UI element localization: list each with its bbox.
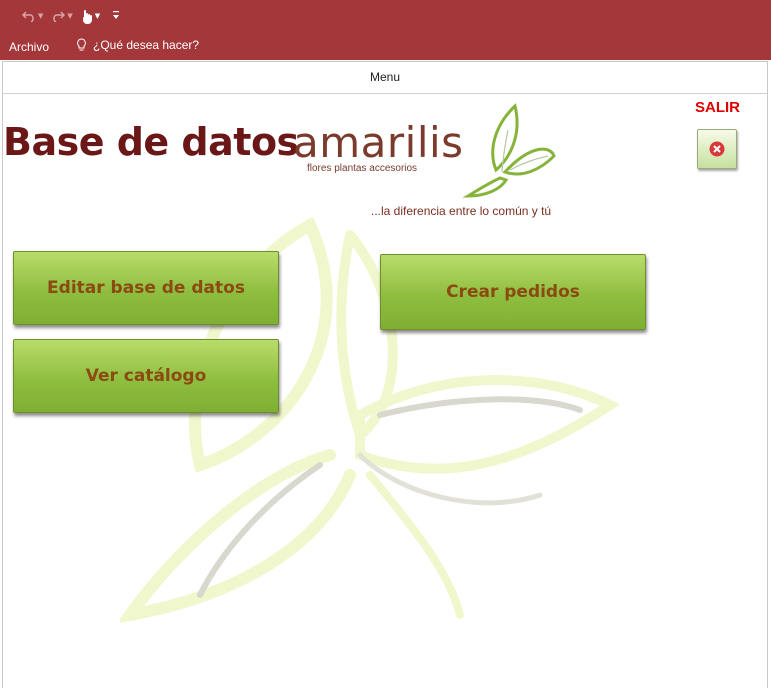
close-circle-icon: [709, 141, 725, 157]
exit-button[interactable]: [697, 129, 737, 169]
title-bar: ▼ ▼ ▼: [0, 0, 771, 32]
redo-icon: [53, 11, 66, 22]
logo-wordmark: amarilis: [293, 118, 464, 167]
touch-dropdown-icon[interactable]: ▼: [95, 12, 100, 20]
exit-label: SALIR: [695, 99, 740, 116]
create-orders-button[interactable]: Crear pedidos: [380, 254, 646, 330]
redo-dropdown-icon[interactable]: ▼: [67, 12, 72, 20]
quick-access-toolbar: ▼ ▼ ▼: [22, 6, 120, 26]
page-title: Base de datos: [3, 120, 299, 164]
tell-me-box[interactable]: ¿Qué desea hacer?: [76, 38, 199, 52]
edit-database-button[interactable]: Editar base de datos: [13, 251, 279, 325]
logo-subtitle: flores plantas accesorios: [307, 163, 418, 174]
file-tab[interactable]: Archivo: [9, 40, 49, 54]
tell-me-placeholder: ¿Qué desea hacer?: [93, 38, 200, 52]
logo-tagline: ...la diferencia entre lo común y tú: [371, 204, 552, 218]
undo-icon: [22, 11, 34, 22]
lightbulb-icon: [77, 38, 86, 51]
customize-toolbar-icon[interactable]: [112, 10, 120, 23]
form-caption: Menu: [3, 62, 767, 94]
undo-button[interactable]: ▼: [22, 6, 43, 26]
undo-dropdown-icon[interactable]: ▼: [38, 12, 43, 20]
touch-mode-icon: [82, 9, 92, 24]
ribbon-bar: Archivo ¿Qué desea hacer?: [0, 32, 771, 60]
touch-mode-button[interactable]: ▼: [81, 6, 100, 26]
view-catalog-button[interactable]: Ver catálogo: [13, 339, 279, 413]
redo-button[interactable]: ▼: [51, 6, 73, 26]
